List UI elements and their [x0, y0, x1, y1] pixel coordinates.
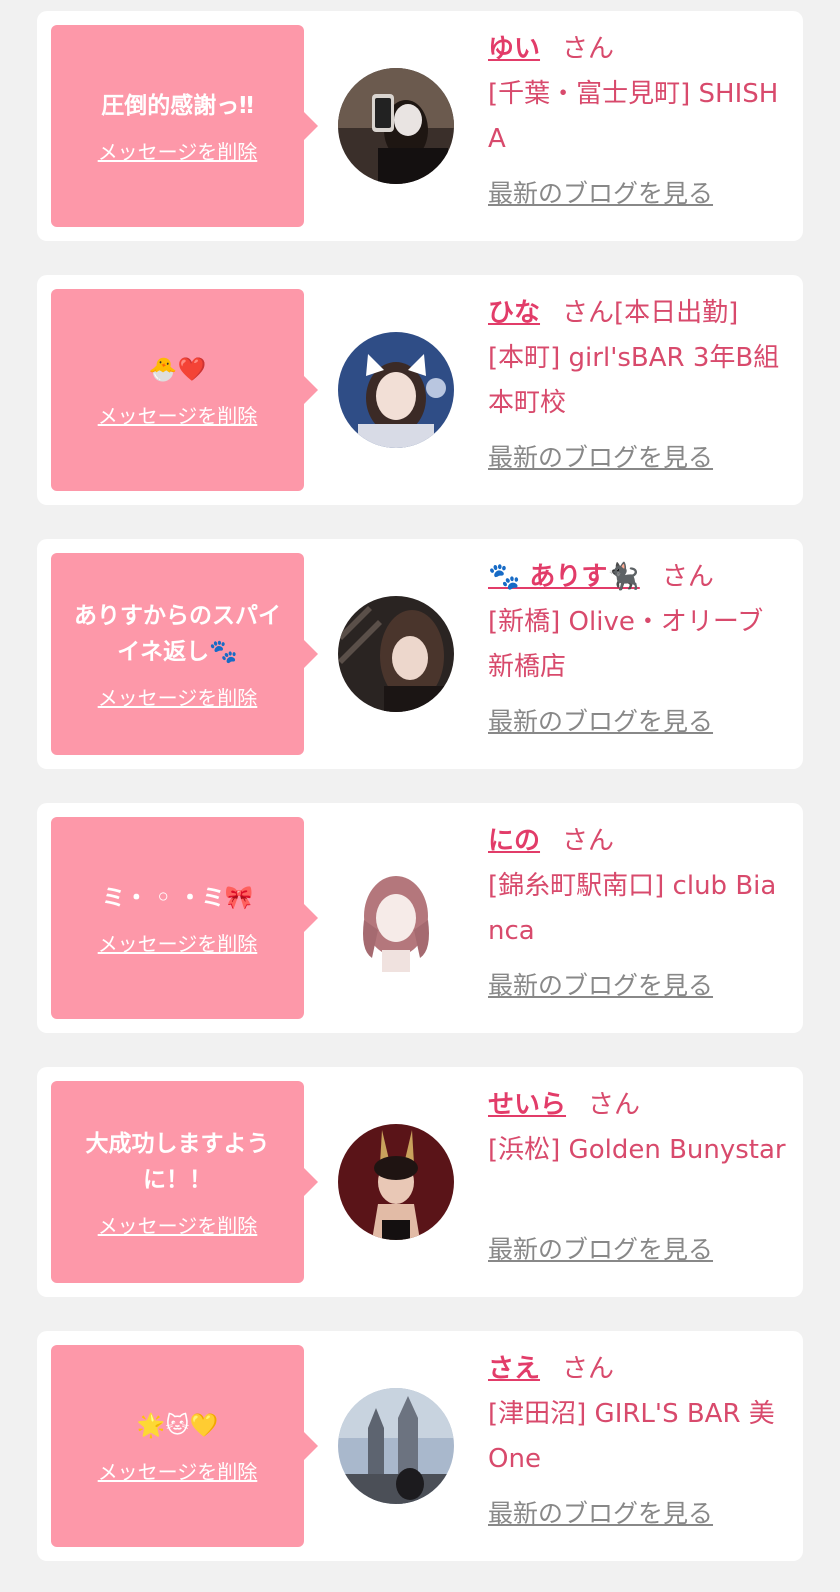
message-card: 🐣❤️ メッセージを削除 ひな さん[本日出勤] [本町] girl'sBAR 3… — [37, 275, 803, 505]
girl-info: ひな さん[本日出勤] [本町] girl'sBAR 3年B組 本町校 — [488, 291, 788, 426]
message-bubble: ありすからのスパイイネ返し🐾 メッセージを削除 — [51, 553, 318, 755]
girl-name-link[interactable]: さえ — [488, 1354, 540, 1384]
girl-name-link[interactable]: にの — [488, 826, 540, 856]
latest-blog-link[interactable]: 最新のブログを見る — [488, 1494, 713, 1530]
avatar[interactable] — [338, 1388, 454, 1504]
latest-blog-link[interactable]: 最新のブログを見る — [488, 966, 713, 1002]
honorific: さん — [562, 826, 615, 856]
message-text: 圧倒的感謝っ‼ — [101, 92, 254, 119]
delete-message-link[interactable]: メッセージを削除 — [98, 1210, 258, 1239]
message-text: 🌟🐱💛 — [136, 1412, 219, 1439]
message-bubble: 大成功しますように！！ メッセージを削除 — [51, 1081, 318, 1283]
message-bubble: 🐣❤️ メッセージを削除 — [51, 289, 318, 491]
message-card: 🌟🐱💛 メッセージを削除 さえ さん [津田沼] GIRL'S BAR 美One … — [37, 1331, 803, 1561]
girl-name-link[interactable]: 🐾 ありす🐈‍⬛ — [488, 562, 640, 592]
girl-info: ゆい さん [千葉・富士見町] SHISHA — [488, 27, 788, 162]
shop-name: [新橋] Olive・オリーブ新橋店 — [488, 607, 764, 682]
avatar[interactable] — [338, 68, 454, 184]
latest-blog-link[interactable]: 最新のブログを見る — [488, 1230, 713, 1266]
message-card: 大成功しますように！！ メッセージを削除 せいら さん [浜松] Golden B… — [37, 1067, 803, 1297]
message-text: 🐣❤️ — [148, 356, 207, 383]
message-card: 圧倒的感謝っ‼ メッセージを削除 ゆい さん [千葉・富士見町] SHISHA 最… — [37, 11, 803, 241]
message-bubble: 🌟🐱💛 メッセージを削除 — [51, 1345, 318, 1547]
shop-name: [本町] girl'sBAR 3年B組 本町校 — [488, 343, 780, 418]
girl-name-link[interactable]: せいら — [488, 1090, 566, 1120]
girl-name-link[interactable]: ゆい — [488, 34, 540, 64]
girl-info: 🐾 ありす🐈‍⬛ さん [新橋] Olive・オリーブ新橋店 — [488, 555, 788, 690]
latest-blog-link[interactable]: 最新のブログを見る — [488, 702, 713, 738]
honorific: さん — [562, 1354, 615, 1384]
girl-name-link[interactable]: ひな — [488, 298, 540, 328]
latest-blog-link[interactable]: 最新のブログを見る — [488, 438, 713, 474]
message-card: ありすからのスパイイネ返し🐾 メッセージを削除 🐾 ありす🐈‍⬛ さん [新橋] … — [37, 539, 803, 769]
honorific: さん — [661, 562, 714, 592]
shop-name: [浜松] Golden Bunystar — [488, 1135, 786, 1165]
shop-name: [津田沼] GIRL'S BAR 美One — [488, 1399, 775, 1474]
girl-info: さえ さん [津田沼] GIRL'S BAR 美One — [488, 1347, 788, 1482]
delete-message-link[interactable]: メッセージを削除 — [98, 1456, 258, 1485]
message-bubble: 圧倒的感謝っ‼ メッセージを削除 — [51, 25, 318, 227]
girl-info: にの さん [錦糸町駅南口] club Bianca — [488, 819, 788, 954]
delete-message-link[interactable]: メッセージを削除 — [98, 136, 258, 165]
message-text: 大成功しますように！！ — [85, 1130, 270, 1193]
avatar[interactable] — [338, 332, 454, 448]
message-text: ミ・ ◦ ・ミ🎀 — [101, 884, 254, 911]
honorific: さん — [562, 34, 615, 64]
avatar[interactable] — [338, 596, 454, 712]
message-card: ミ・ ◦ ・ミ🎀 メッセージを削除 にの さん [錦糸町駅南口] club Bia… — [37, 803, 803, 1033]
avatar[interactable] — [338, 1124, 454, 1240]
delete-message-link[interactable]: メッセージを削除 — [98, 682, 258, 711]
latest-blog-link[interactable]: 最新のブログを見る — [488, 174, 713, 210]
girl-info: せいら さん [浜松] Golden Bunystar — [488, 1083, 788, 1173]
honorific: さん — [588, 1090, 641, 1120]
avatar[interactable] — [338, 860, 454, 976]
honorific: さん[本日出勤] — [562, 298, 739, 328]
delete-message-link[interactable]: メッセージを削除 — [98, 928, 258, 957]
delete-message-link[interactable]: メッセージを削除 — [98, 400, 258, 429]
shop-name: [錦糸町駅南口] club Bianca — [488, 871, 777, 946]
shop-name: [千葉・富士見町] SHISHA — [488, 79, 779, 154]
message-text: ありすからのスパイイネ返し🐾 — [74, 602, 281, 665]
message-bubble: ミ・ ◦ ・ミ🎀 メッセージを削除 — [51, 817, 318, 1019]
